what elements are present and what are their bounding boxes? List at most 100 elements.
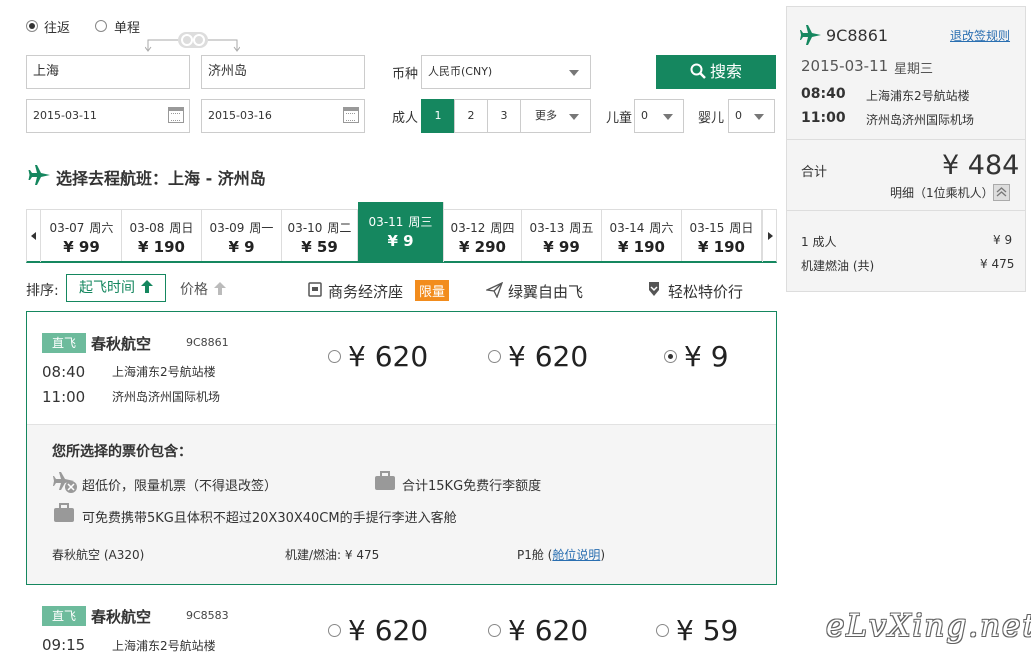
limited-badge: 限量 <box>415 280 450 301</box>
sort-depart-time-button[interactable]: 起飞时间 <box>66 274 166 302</box>
date-tab[interactable]: 03-07 周六 ¥ 99 <box>42 209 122 261</box>
date-tab-day: 03-14 <box>609 221 645 235</box>
date-tab[interactable]: 03-09 周一 ¥ 9 <box>202 209 282 261</box>
adult-option-2[interactable]: 2 <box>454 99 488 133</box>
airline-name: 春秋航空 <box>91 608 152 626</box>
fare-radio-business[interactable] <box>328 624 341 637</box>
date-tab-price: ¥ 9 <box>228 238 255 256</box>
refund-rules-link[interactable]: 退改签规则 <box>950 27 1010 44</box>
search-icon <box>690 63 706 79</box>
date-next-button[interactable] <box>762 210 776 262</box>
fare-radio-easy-price[interactable] <box>656 624 669 637</box>
price-green-wing: ¥ 620 <box>508 340 589 373</box>
dep-time: 08:40 <box>42 363 86 381</box>
child-label: 儿童 <box>606 111 633 126</box>
cabin-info: P1舱 (舱位说明) <box>517 546 605 563</box>
adult-option-1[interactable]: 1 <box>421 99 455 133</box>
currency-select[interactable]: 人民币(CNY) <box>421 55 591 89</box>
date-tab[interactable]: 03-10 周二 ¥ 59 <box>282 209 358 261</box>
child-select[interactable]: 0 <box>634 99 684 133</box>
date-tab[interactable]: 03-13 周五 ¥ 99 <box>522 209 602 261</box>
swap-icon[interactable] <box>145 30 240 52</box>
sort-price-button[interactable]: 价格 <box>180 279 227 299</box>
child-value: 0 <box>641 109 648 122</box>
depart-date-input[interactable]: 2015-03-11 <box>26 99 190 133</box>
paper-plane-icon <box>486 282 503 298</box>
calendar-icon[interactable] <box>343 107 359 123</box>
infant-select[interactable]: 0 <box>728 99 775 133</box>
direct-flight-tag: 直飞 <box>42 333 86 353</box>
chevron-left-icon <box>31 232 36 240</box>
date-tab-price: ¥ 190 <box>138 238 185 256</box>
date-tab-day: 03-15 <box>689 221 725 235</box>
summary-dep-time: 08:40 <box>801 86 846 102</box>
sort-label: 排序: <box>26 283 59 299</box>
col-green-wing-label: 绿翼自由飞 <box>508 283 584 301</box>
watermark: eLvXing.net <box>826 608 1031 644</box>
dep-airport: 上海浦东2号航站楼 <box>112 365 216 379</box>
adult-option-3[interactable]: 3 <box>487 99 521 133</box>
round-trip-label: 往返 <box>44 21 71 36</box>
cabin-info-link[interactable]: 舱位说明 <box>552 548 600 562</box>
flight-number: 9C8583 <box>186 609 229 622</box>
price-easy-price: ¥ 59 <box>676 614 739 647</box>
seat-icon <box>308 282 322 297</box>
date-tab-day: 03-12 <box>450 221 486 235</box>
calendar-icon[interactable] <box>168 107 184 123</box>
date-tab-date: 03-10 周二 <box>282 219 357 236</box>
cabin-close-paren: ) <box>600 548 606 562</box>
from-city-input[interactable]: 上海 <box>26 55 190 89</box>
adult-row-label: 1 成人 <box>801 235 837 249</box>
date-tab[interactable]: 03-15 周日 ¥ 190 <box>682 209 762 261</box>
date-tab-date: 03-15 周日 <box>682 219 761 236</box>
price-green-wing: ¥ 620 <box>508 614 589 647</box>
date-tab[interactable]: 03-11 周三 ¥ 9 <box>358 202 444 262</box>
price-business: ¥ 620 <box>348 614 429 647</box>
fuel-row-label: 机建燃油 (共) <box>801 259 875 273</box>
date-tab-price: ¥ 59 <box>301 238 338 256</box>
date-prev-button[interactable] <box>27 210 41 262</box>
total-label: 合计 <box>801 165 828 180</box>
sort-depart-time-label: 起飞时间 <box>79 280 135 296</box>
no-refund-icon <box>53 472 77 493</box>
date-tab-day: 03-10 <box>287 221 323 235</box>
fare-radio-business[interactable] <box>328 350 341 363</box>
date-tab-day: 03-09 <box>209 221 245 235</box>
date-tab-price: ¥ 290 <box>459 238 506 256</box>
chevron-down-icon <box>754 114 764 120</box>
fare-item-no-refund: 超低价，限量机票（不得退改签） <box>82 479 278 494</box>
date-tab-weekday: 周三 <box>408 215 433 229</box>
date-tab[interactable]: 03-12 周四 ¥ 290 <box>444 209 522 261</box>
airplane-icon <box>800 25 821 45</box>
search-button[interactable]: 搜索 <box>656 55 776 89</box>
dep-airport: 上海浦东2号航站楼 <box>112 639 216 653</box>
dep-time: 09:15 <box>42 636 86 654</box>
currency-label: 币种 <box>392 67 419 82</box>
fare-radio-green-wing[interactable] <box>488 350 501 363</box>
arrow-up-icon <box>214 282 227 295</box>
fare-radio-easy-price[interactable] <box>664 350 677 363</box>
infant-label: 婴儿 <box>698 111 725 126</box>
return-date-input[interactable]: 2015-03-16 <box>201 99 365 133</box>
summary-weekday: 星期三 <box>894 62 934 77</box>
search-button-label: 搜索 <box>709 62 742 81</box>
date-tab-price: ¥ 99 <box>543 238 580 256</box>
sort-price-label: 价格 <box>180 282 208 298</box>
adult-more-select[interactable]: 更多 <box>520 99 591 133</box>
date-tab-weekday: 周二 <box>327 221 352 235</box>
fare-radio-green-wing[interactable] <box>488 624 501 637</box>
arr-time: 11:00 <box>42 388 86 406</box>
section-title: 选择去程航班：上海 - 济州岛 <box>56 169 266 188</box>
toggle-details-button[interactable] <box>993 184 1010 201</box>
date-tab[interactable]: 03-08 周日 ¥ 190 <box>122 209 202 261</box>
airplane-icon <box>28 165 50 185</box>
flight-number: 9C8861 <box>186 336 229 349</box>
date-tab[interactable]: 03-14 周六 ¥ 190 <box>602 209 682 261</box>
date-tab-price: ¥ 190 <box>618 238 665 256</box>
summary-arr-airport: 济州岛济州国际机场 <box>866 113 975 127</box>
to-city-input[interactable]: 济州岛 <box>201 55 365 89</box>
date-tab-weekday: 周日 <box>729 221 754 235</box>
one-way-radio[interactable] <box>95 20 107 32</box>
round-trip-radio[interactable] <box>26 20 38 32</box>
more-label: 更多 <box>535 109 557 122</box>
